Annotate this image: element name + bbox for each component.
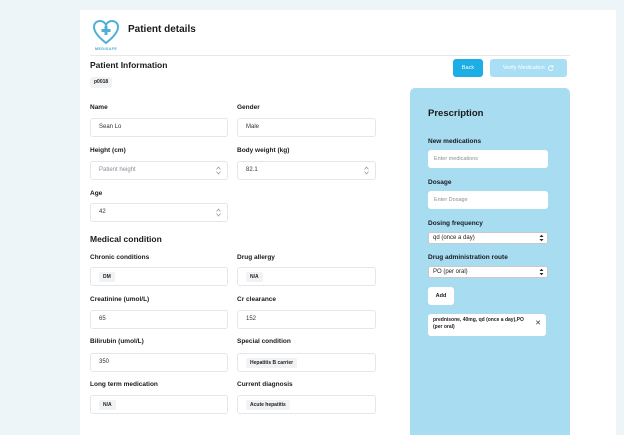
cr-clearance-field[interactable]: 152	[237, 310, 376, 329]
stepper-icon[interactable]	[216, 166, 221, 175]
weight-label: Body weight (kg)	[237, 147, 290, 154]
patient-info-title: Patient Information	[90, 60, 168, 70]
long-term-medication-value: N/A	[99, 400, 116, 410]
chronic-field[interactable]: DM	[90, 267, 228, 286]
height-input[interactable]: Patient height	[90, 161, 228, 180]
dosage-input[interactable]: Enter Dosage	[428, 191, 548, 209]
prescription-panel: Prescription New medications Enter medic…	[410, 88, 570, 435]
add-button[interactable]: Add	[428, 287, 454, 305]
close-icon[interactable]: ✕	[535, 320, 541, 328]
allergy-label: Drug allergy	[237, 254, 275, 261]
dosing-frequency-select[interactable]: qd (once a day)	[428, 232, 548, 244]
stepper-icon[interactable]	[364, 166, 369, 175]
page-title: Patient details	[128, 24, 196, 35]
medical-condition-title: Medical condition	[90, 234, 162, 244]
bilirubin-field[interactable]: 350	[90, 353, 228, 372]
age-input[interactable]: 42	[90, 203, 228, 222]
creatinine-field[interactable]: 65	[90, 310, 228, 329]
special-condition-field[interactable]: Hepatitis B carrier	[237, 353, 376, 372]
prescription-title: Prescription	[428, 108, 484, 119]
select-caret-icon	[539, 234, 544, 242]
name-field[interactable]: Sean Lo	[90, 118, 228, 137]
refresh-icon	[548, 64, 554, 71]
dosing-frequency-label: Dosing frequency	[428, 220, 483, 227]
height-label: Height (cm)	[90, 147, 126, 154]
verify-medication-button[interactable]: Verify Medication	[490, 59, 567, 77]
header-bar: MEDISAFE Patient details	[90, 16, 570, 56]
logo-text: MEDISAFE	[94, 46, 118, 51]
prescription-item: prednisone, 40mg, qd (once a day),PO (pe…	[428, 314, 546, 336]
long-term-medication-field[interactable]: N/A	[90, 395, 228, 414]
allergy-value: N/A	[246, 272, 263, 282]
back-button[interactable]: Back	[453, 59, 483, 77]
stepper-icon[interactable]	[216, 208, 221, 217]
special-condition-value: Hepatitis B carrier	[246, 358, 298, 368]
creatinine-label: Creatinine (umol/L)	[90, 296, 150, 303]
dosage-label: Dosage	[428, 179, 452, 186]
chronic-value: DM	[99, 272, 115, 282]
current-diagnosis-value: Acute hepatitis	[246, 400, 290, 410]
long-term-medication-label: Long term medication	[90, 381, 158, 388]
patient-id-badge: p0018	[90, 77, 113, 88]
age-value: 42	[99, 209, 106, 215]
route-label: Drug administration route	[428, 254, 508, 261]
current-diagnosis-field[interactable]: Acute hepatitis	[237, 395, 376, 414]
route-value: PO (per oral)	[433, 269, 468, 275]
prescription-item-text: prednisone, 40mg, qd (once a day),PO (pe…	[433, 317, 524, 330]
verify-medication-label: Verify Medication	[502, 65, 545, 71]
age-label: Age	[90, 190, 103, 197]
chronic-label: Chronic conditions	[90, 254, 150, 261]
height-placeholder: Patient height	[99, 167, 136, 173]
patient-details-page: MEDISAFE Patient details Back Verify Med…	[80, 10, 616, 435]
current-diagnosis-label: Current diagnosis	[237, 381, 293, 388]
route-select[interactable]: PO (per oral)	[428, 266, 548, 278]
name-label: Name	[90, 104, 108, 111]
gender-label: Gender	[237, 104, 260, 111]
new-medications-label: New medications	[428, 138, 482, 145]
special-condition-label: Special condition	[237, 338, 291, 345]
select-caret-icon	[539, 268, 544, 276]
weight-value: 82.1	[246, 167, 258, 173]
new-medications-input[interactable]: Enter medications	[428, 150, 548, 168]
allergy-field[interactable]: N/A	[237, 267, 376, 286]
dosing-frequency-value: qd (once a day)	[433, 235, 475, 241]
heart-cross-logo-icon[interactable]	[90, 16, 122, 48]
bilirubin-label: Bilirubin (umol/L)	[90, 338, 144, 345]
weight-input[interactable]: 82.1	[237, 161, 376, 180]
gender-field[interactable]: Male	[237, 118, 376, 137]
cr-clearance-label: Cr clearance	[237, 296, 277, 303]
